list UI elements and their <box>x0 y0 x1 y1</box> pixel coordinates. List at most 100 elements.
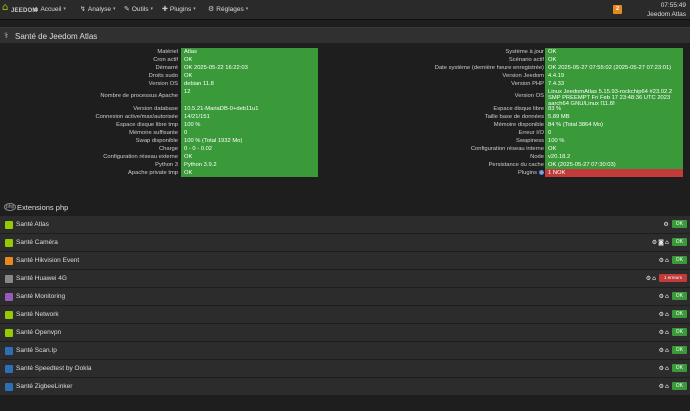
plugin-health-row[interactable]: Santé Caméra ⚙ ◙ ⌂ OK <box>0 234 690 252</box>
camera-icon[interactable]: ◙ <box>658 239 664 246</box>
menu-outils[interactable]: ✎ Outils ▾ <box>124 5 153 13</box>
status-badge: 1 erreurs <box>658 274 687 282</box>
menu-plugins[interactable]: ✚ Plugins ▾ <box>162 5 196 13</box>
plugins-label: Plugins <box>517 170 537 176</box>
plugin-health-row[interactable]: Santé Scan.Ip ⚙ ⌂ OK <box>0 342 690 360</box>
plugin-health-row[interactable]: Santé ZigbeeLinker ⚙ ⌂ OK <box>0 378 690 396</box>
health-label: Démarré <box>155 65 178 71</box>
clock-and-name: 07:55:49 Jeedom Atlas <box>647 1 686 19</box>
health-label: Espace disque libre <box>493 106 544 112</box>
plugin-health-row[interactable]: Santé Hikvision Event ⚙ ⌂ OK <box>0 252 690 270</box>
gears-icon[interactable]: ⚙ <box>652 239 657 246</box>
health-label: Configuration réseau externe <box>103 154 178 160</box>
gears-icon[interactable]: ⚙ <box>663 221 668 228</box>
status-badge: OK <box>671 238 687 246</box>
bank-icon[interactable]: ⌂ <box>665 383 669 390</box>
plugin-icon <box>5 221 13 229</box>
menu-accueil[interactable]: ⌂ Accueil ▾ <box>34 5 66 13</box>
health-label: Taille base de données <box>484 114 544 120</box>
health-label: Charge <box>158 146 178 152</box>
bank-icon[interactable]: ⌂ <box>665 311 669 318</box>
gears-icon[interactable]: ⚙ <box>659 329 664 336</box>
chevron-down-icon: ▾ <box>245 6 249 12</box>
tools-icon: ✎ <box>124 5 130 13</box>
health-row: Python 3 Python 3.9.2 Persistance du cache… <box>0 161 690 169</box>
status-badge: OK <box>671 292 687 300</box>
health-label: Plugins? <box>366 169 544 177</box>
health-row: Configuration réseau externe OK Node v20.18… <box>0 153 690 161</box>
plugin-icon <box>5 293 13 301</box>
health-row: Version OS debian 11.8 Version PHP 7.4.33 <box>0 80 690 88</box>
plugin-actions: ⚙ ⌂ OK <box>659 256 687 264</box>
bank-icon[interactable]: ⌂ <box>652 275 656 282</box>
plugin-icon <box>5 347 13 355</box>
plugin-name: Santé Monitoring <box>16 293 66 300</box>
puzzle-icon: ✚ <box>162 5 168 13</box>
health-label: Version OS <box>514 93 544 99</box>
plugin-actions: ⚙ ⌂ OK <box>659 328 687 336</box>
health-value: OK <box>181 153 318 161</box>
plugin-icon <box>5 257 13 265</box>
health-row: Nombre de processus Apache 12 Version OS Li… <box>0 88 690 107</box>
menu-analyse[interactable]: ↯ Analyse ▾ <box>80 5 116 13</box>
current-time: 07:55:49 <box>660 2 686 9</box>
health-label: Swapiness <box>515 138 544 144</box>
plugin-actions: ⚙ ⌂ OK <box>659 346 687 354</box>
health-value: debian 11.8 <box>181 80 318 88</box>
plugin-health-row[interactable]: Santé Network ⚙ ⌂ OK <box>0 306 690 324</box>
bank-icon[interactable]: ⌂ <box>665 257 669 264</box>
status-badge: OK <box>671 364 687 372</box>
status-badge: OK <box>671 328 687 336</box>
bank-icon[interactable]: ⌂ <box>665 347 669 354</box>
plugin-actions: ⚙ ⌂ OK <box>659 292 687 300</box>
gears-icon[interactable]: ⚙ <box>659 257 664 264</box>
gears-icon[interactable]: ⚙ <box>659 311 664 318</box>
chevron-down-icon: ▾ <box>193 6 196 12</box>
gears-icon[interactable]: ⚙ <box>659 347 664 354</box>
help-icon[interactable]: ? <box>539 169 544 175</box>
gears-icon[interactable]: ⚙ <box>659 293 664 300</box>
plugin-icon <box>5 329 13 337</box>
health-label: Espace disque libre tmp <box>116 122 178 128</box>
health-label: Node <box>530 154 544 160</box>
plugin-health-row[interactable]: Santé Atlas ⚙ OK <box>0 216 690 234</box>
plugin-name: Santé Speedtest by Ookla <box>16 365 92 372</box>
page-title: Santé de Jeedom Atlas <box>15 32 98 41</box>
gears-icon[interactable]: ⚙ <box>659 365 664 372</box>
health-label: Matériel <box>157 49 178 55</box>
health-value: 0 <box>181 129 318 137</box>
health-value: 84 % (Total 3864 Mo) <box>545 121 683 129</box>
health-label: Nombre de processus Apache <box>100 93 178 99</box>
chevron-down-icon: ▾ <box>113 6 116 12</box>
menu-reglages[interactable]: ⚙ Réglages ▾ <box>208 5 248 13</box>
gears-icon[interactable]: ⚙ <box>646 275 651 282</box>
gears-icon: ⚙ <box>208 5 215 13</box>
system-name: Jeedom Atlas <box>646 11 686 18</box>
home-icon: ⌂ <box>34 5 39 13</box>
bank-icon[interactable]: ⌂ <box>665 239 669 246</box>
health-value: OK 2025-05-22 16:22:03 <box>181 64 318 72</box>
health-row: Droits sudo OK Version Jeedom 4.4.19 <box>0 72 690 80</box>
health-value: 7.4.33 <box>545 80 683 88</box>
health-label: Persistance du cache <box>488 162 544 168</box>
plugin-icon <box>5 275 13 283</box>
bank-icon[interactable]: ⌂ <box>665 365 669 372</box>
health-value: 10.5.21-MariaDB-0+deb11u1 <box>181 105 318 113</box>
bank-icon[interactable]: ⌂ <box>665 293 669 300</box>
notification-badge[interactable]: 2 <box>613 5 622 14</box>
plugin-health-row[interactable]: Santé Speedtest by Ookla ⚙ ⌂ OK <box>0 360 690 378</box>
health-label: Cron actif <box>153 57 178 63</box>
plugin-name: Santé Hikvision Event <box>16 257 80 264</box>
plugin-actions: ⚙ ⌂ OK <box>659 364 687 372</box>
bank-icon[interactable]: ⌂ <box>665 329 669 336</box>
plugin-health-row[interactable]: Santé Huawei 4G ⚙ ⌂ 1 erreurs <box>0 270 690 288</box>
plugin-health-row[interactable]: Santé Monitoring ⚙ ⌂ OK <box>0 288 690 306</box>
health-label: Mémoire suffisante <box>129 130 178 136</box>
plugin-health-list: Santé Atlas ⚙ OK Santé Caméra ⚙ ◙ ⌂ OK Santé Hik… <box>0 216 690 396</box>
health-label: Version Jeedom <box>502 73 544 79</box>
health-label: Mémoire disponible <box>493 122 544 128</box>
gears-icon[interactable]: ⚙ <box>659 383 664 390</box>
plugin-actions: ⚙ OK <box>663 220 687 228</box>
plugin-health-row[interactable]: Santé Openvpn ⚙ ⌂ OK <box>0 324 690 342</box>
jeedom-logo[interactable]: ⌂ JEEDOM <box>2 2 37 18</box>
